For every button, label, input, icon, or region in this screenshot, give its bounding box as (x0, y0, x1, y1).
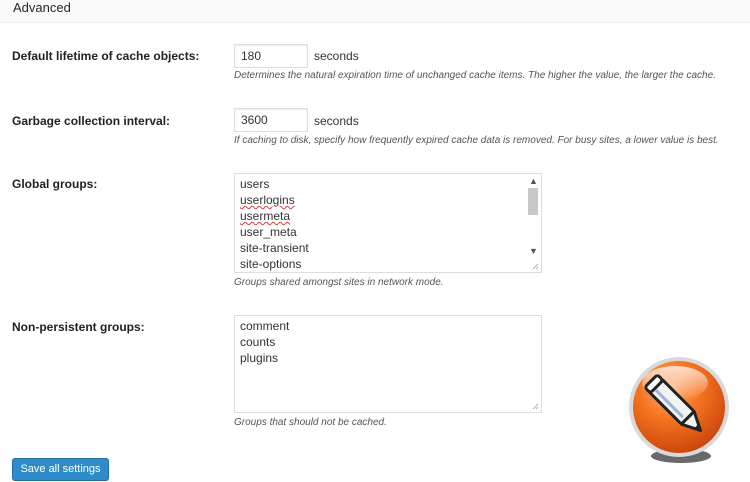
scroll-up-icon[interactable]: ▲ (526, 174, 541, 188)
textarea-line: user_meta (240, 225, 297, 239)
global-groups-description: Groups shared amongst sites in network m… (234, 277, 444, 288)
section-header: Advanced (0, 0, 750, 23)
save-all-settings-button[interactable]: Save all settings (12, 458, 109, 481)
gc-input[interactable] (234, 108, 308, 132)
textarea-line: plugins (240, 351, 279, 365)
pencil-icon (629, 357, 729, 463)
textarea-line: users (240, 177, 270, 191)
lifetime-description: Determines the natural expiration time o… (234, 70, 716, 81)
textarea-line: site-options (240, 257, 302, 271)
non-persistent-textarea[interactable]: comment counts plugins (234, 315, 542, 413)
textarea-line: usermeta (240, 209, 291, 223)
textarea-line: site-transient (240, 241, 309, 255)
gc-description: If caching to disk, specify how frequent… (234, 135, 719, 146)
scroll-thumb[interactable] (528, 188, 538, 215)
section-title: Advanced (13, 0, 71, 15)
lifetime-unit: seconds (314, 49, 359, 63)
lifetime-label: Default lifetime of cache objects: (12, 49, 200, 63)
resize-grip-icon[interactable] (532, 403, 539, 410)
global-groups-label: Global groups: (12, 177, 98, 191)
textarea-line: comment (240, 319, 290, 333)
textarea-scrollbar[interactable]: ▲ ▼ (526, 174, 541, 272)
resize-grip-icon[interactable] (532, 263, 539, 270)
non-persistent-label: Non-persistent groups: (12, 320, 145, 334)
gc-label: Garbage collection interval: (12, 114, 171, 128)
scroll-down-icon[interactable]: ▼ (526, 244, 541, 258)
lifetime-input[interactable] (234, 44, 308, 68)
textarea-line: userlogins (240, 193, 295, 207)
global-groups-textarea[interactable]: users userlogins usermeta user_meta site… (234, 173, 542, 273)
non-persistent-description: Groups that should not be cached. (234, 417, 387, 428)
textarea-line: counts (240, 335, 276, 349)
gc-unit: seconds (314, 114, 359, 128)
